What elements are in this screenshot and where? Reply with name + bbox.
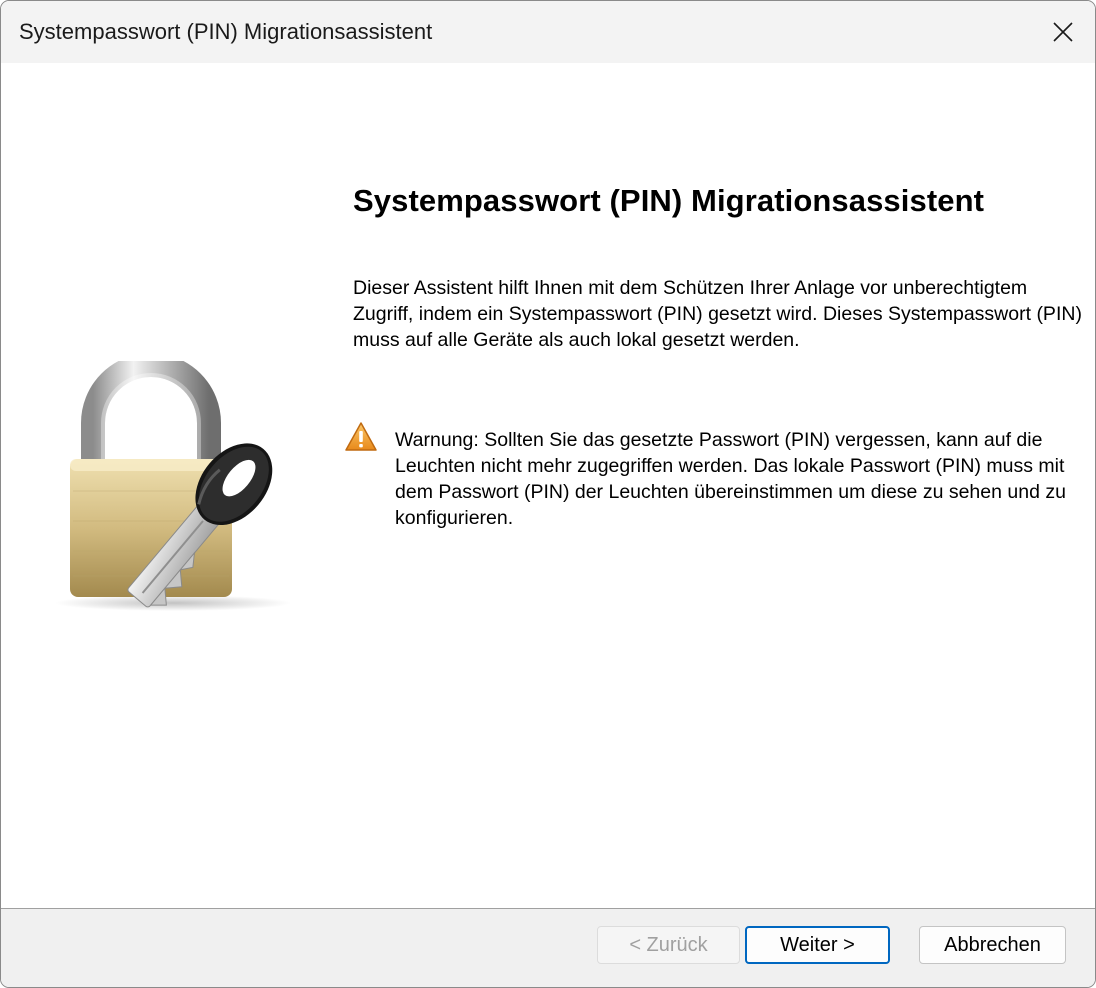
next-button[interactable]: Weiter > bbox=[745, 926, 890, 964]
intro-text: Dieser Assistent hilft Ihnen mit dem Sch… bbox=[353, 277, 1082, 351]
back-button[interactable]: < Zurück bbox=[597, 926, 740, 964]
wizard-window: Systempasswort (PIN) Migrationsassistent bbox=[0, 0, 1096, 988]
close-button[interactable] bbox=[1031, 1, 1095, 63]
padlock-with-key-icon bbox=[55, 361, 291, 611]
title-bar[interactable]: Systempasswort (PIN) Migrationsassistent bbox=[1, 1, 1095, 63]
warning-text: Warnung: Sollten Sie das gesetzte Passwo… bbox=[395, 429, 1066, 529]
cancel-button[interactable]: Abbrechen bbox=[919, 926, 1066, 964]
wizard-heading: Systempasswort (PIN) Migrationsassistent bbox=[353, 183, 985, 218]
window-title: Systempasswort (PIN) Migrationsassistent bbox=[19, 19, 433, 44]
wizard-content: Systempasswort (PIN) Migrationsassistent… bbox=[1, 63, 1095, 908]
button-bar: < Zurück Weiter > Abbrechen bbox=[1, 908, 1095, 987]
warning-icon bbox=[345, 422, 377, 451]
close-icon bbox=[1053, 22, 1073, 42]
